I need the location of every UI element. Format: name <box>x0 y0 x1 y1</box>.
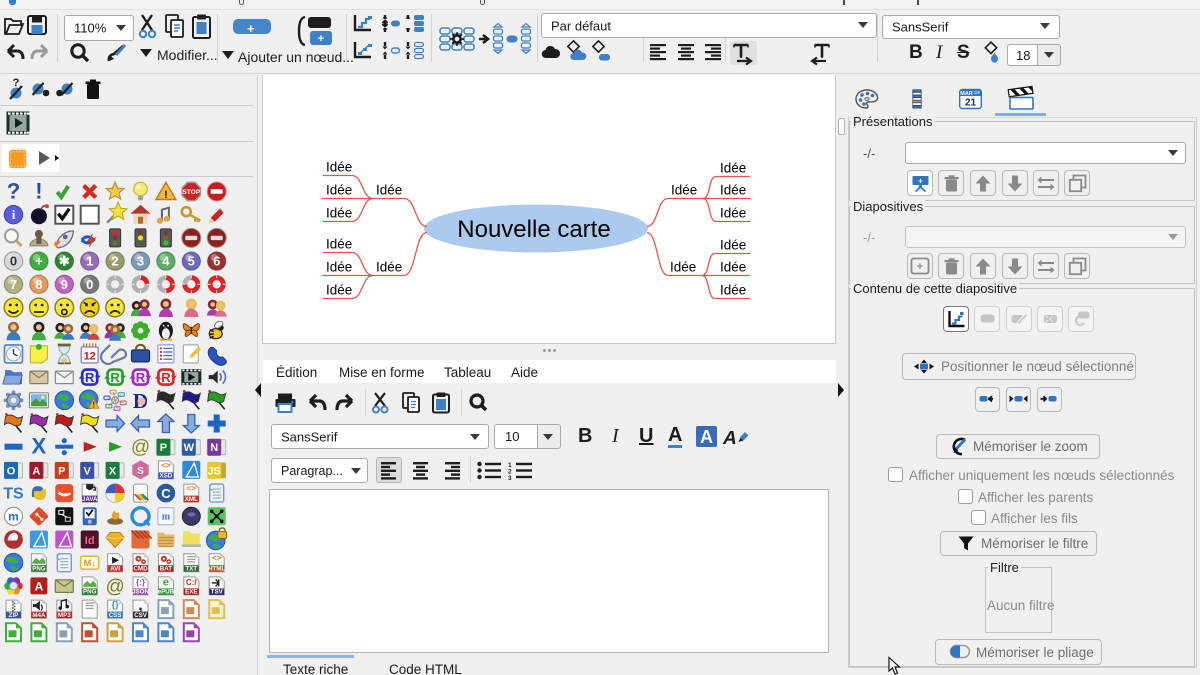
svg-text:ePUB: ePUB <box>158 589 175 596</box>
svg-text:Idée: Idée <box>720 260 746 275</box>
svg-text:Idée: Idée <box>326 237 352 252</box>
svg-text:CSS: CSS <box>109 612 122 619</box>
svg-text:A: A <box>32 465 40 477</box>
svg-text:<>: <> <box>187 484 197 493</box>
svg-text:C: C <box>161 486 171 501</box>
svg-text:3: 3 <box>508 475 512 482</box>
svg-text:XML: XML <box>185 496 198 503</box>
svg-text:R: R <box>136 370 146 385</box>
svg-text:MAR: MAR <box>960 91 973 97</box>
svg-text:TXT: TXT <box>185 566 197 573</box>
svg-text:PNG: PNG <box>83 589 97 596</box>
svg-text:BAT: BAT <box>160 566 172 573</box>
svg-text:@: @ <box>131 437 150 458</box>
svg-text:m: m <box>162 511 171 522</box>
svg-text:✱: ✱ <box>59 254 70 269</box>
svg-text:EXE: EXE <box>185 589 197 596</box>
svg-text:6: 6 <box>213 254 220 269</box>
svg-text:+: + <box>318 33 324 45</box>
svg-text:N: N <box>210 442 218 454</box>
svg-text:3: 3 <box>137 254 144 269</box>
svg-text:CSV: CSV <box>134 612 148 619</box>
svg-text:<>: <> <box>161 461 171 470</box>
svg-text:Idée: Idée <box>720 206 746 221</box>
svg-text:Idée: Idée <box>720 283 746 298</box>
svg-text:W: W <box>184 442 195 454</box>
svg-text:PNG: PNG <box>32 566 46 573</box>
svg-text:XSD: XSD <box>160 473 173 480</box>
svg-text:i: i <box>12 207 16 222</box>
svg-text:ZIP: ZIP <box>9 612 19 619</box>
svg-text:?: ? <box>13 77 20 89</box>
svg-text:V: V <box>84 465 92 477</box>
svg-text:Nouvelle carte: Nouvelle carte <box>457 216 610 243</box>
svg-text:Idée: Idée <box>376 260 402 275</box>
svg-text:+: + <box>35 254 43 269</box>
svg-text:{}: {} <box>112 600 120 610</box>
svg-text:M4A: M4A <box>32 612 46 619</box>
svg-text:MP3: MP3 <box>58 612 71 619</box>
svg-text:P: P <box>58 465 65 477</box>
svg-text:!: ! <box>35 179 42 204</box>
svg-text:A: A <box>35 579 44 593</box>
svg-text:Idée: Idée <box>376 183 402 198</box>
svg-text:+: + <box>918 177 923 186</box>
svg-text:2: 2 <box>111 254 118 269</box>
svg-text:?: ? <box>7 179 20 204</box>
svg-text:CMD: CMD <box>133 566 148 573</box>
svg-text:+: + <box>917 261 923 273</box>
svg-text:AVI: AVI <box>110 566 120 573</box>
svg-text:0: 0 <box>86 277 93 292</box>
svg-text:M↓: M↓ <box>84 558 96 568</box>
svg-text:Idée: Idée <box>326 183 352 198</box>
svg-text:R: R <box>110 370 120 385</box>
svg-text:S: S <box>137 466 144 477</box>
svg-text:7: 7 <box>10 277 17 292</box>
svg-text:Idée: Idée <box>326 283 352 298</box>
svg-text:e: e <box>163 576 169 588</box>
svg-text:4: 4 <box>162 254 170 269</box>
svg-text:A: A <box>721 428 739 449</box>
svg-text:Idée: Idée <box>720 183 746 198</box>
svg-text:Idée: Idée <box>326 206 352 221</box>
svg-text:5: 5 <box>188 254 195 269</box>
svg-text:X: X <box>32 434 47 459</box>
svg-text:JS: JS <box>207 465 220 477</box>
svg-text:Idée: Idée <box>326 160 352 175</box>
svg-text:Idée: Idée <box>671 183 697 198</box>
svg-text:C:/: C:/ <box>186 578 197 587</box>
svg-text:R: R <box>161 370 171 385</box>
svg-text:8: 8 <box>35 277 42 292</box>
svg-text:Id: Id <box>85 535 95 547</box>
svg-text:JAVA: JAVA <box>82 496 98 503</box>
svg-text:TSV: TSV <box>211 589 224 596</box>
svg-text:<>: <> <box>212 554 222 563</box>
svg-text:{:}: {:} <box>136 578 145 587</box>
svg-text:!: ! <box>92 400 95 409</box>
svg-text:Idée: Idée <box>720 161 746 176</box>
svg-text:Idée: Idée <box>326 260 352 275</box>
svg-text:P: P <box>160 442 167 454</box>
svg-text:HTML: HTML <box>208 566 225 573</box>
svg-text:m: m <box>8 509 19 523</box>
svg-text:9: 9 <box>61 277 68 292</box>
svg-text:TS: TS <box>3 486 24 503</box>
svg-text:0: 0 <box>10 254 17 269</box>
svg-text:Idée: Idée <box>720 238 746 253</box>
svg-text:Idée: Idée <box>670 260 696 275</box>
svg-text:X: X <box>109 465 117 477</box>
svg-text:1: 1 <box>86 254 93 269</box>
svg-text:21: 21 <box>965 98 977 109</box>
svg-text:R: R <box>85 370 95 385</box>
svg-text:@: @ <box>105 576 124 597</box>
svg-text:O: O <box>7 465 16 477</box>
svg-text:!: ! <box>164 189 168 201</box>
svg-text:JSON: JSON <box>132 589 149 596</box>
svg-text:STOP: STOP <box>183 189 201 196</box>
svg-text:12: 12 <box>84 350 96 362</box>
